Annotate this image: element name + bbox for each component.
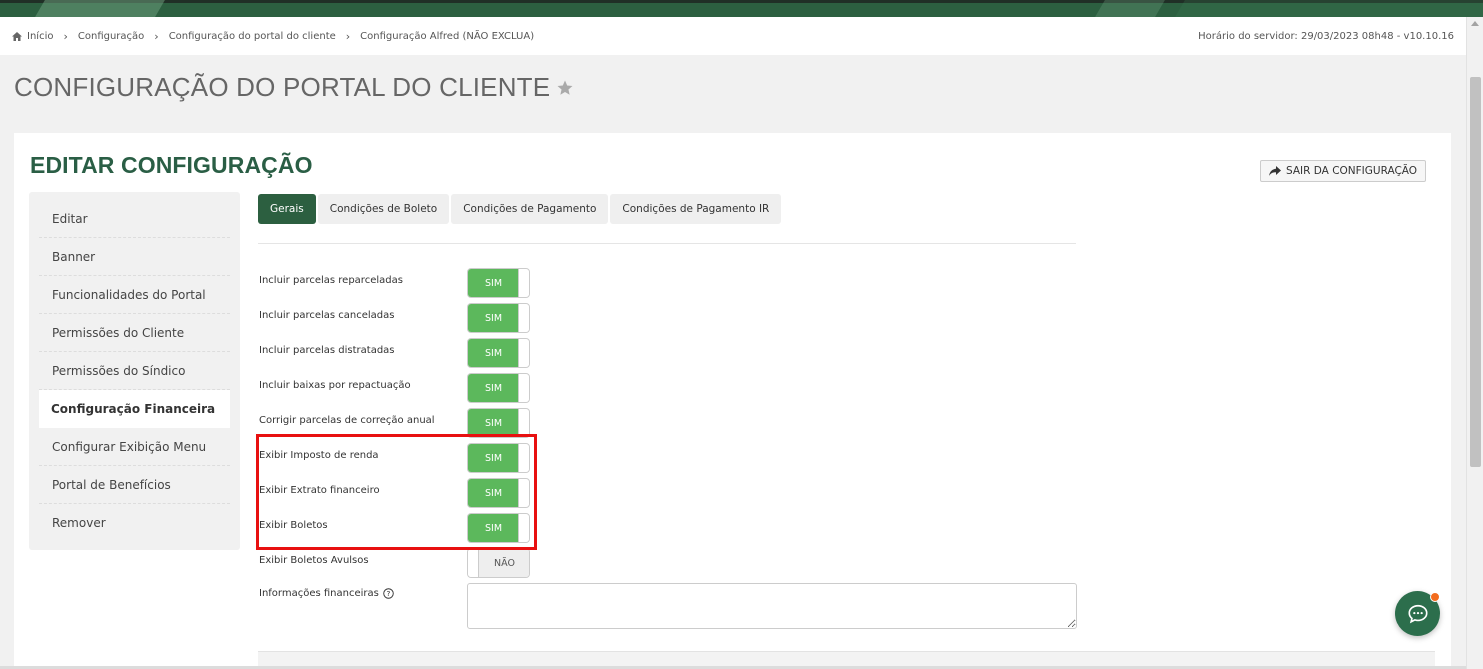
info-textarea[interactable] (467, 583, 1077, 629)
info-label: Informações financeiras ? (259, 588, 394, 599)
tabs-divider (258, 243, 1076, 244)
page-scrollbar[interactable] (1466, 17, 1483, 669)
setting-row: Incluir parcelas distratadas SIM (259, 338, 559, 368)
setting-toggle[interactable]: SIM (467, 478, 530, 508)
notification-badge (1430, 592, 1440, 602)
home-icon (12, 31, 22, 41)
page-title: CONFIGURAÇÃO DO PORTAL DO CLIENTE (14, 72, 574, 103)
setting-toggle[interactable]: SIM (467, 443, 530, 473)
toggle-state: NÃO (479, 549, 529, 577)
page-title-text: CONFIGURAÇÃO DO PORTAL DO CLIENTE (14, 72, 551, 102)
top-header-bar (0, 0, 1483, 17)
tab-condicoes-boleto[interactable]: Condições de Boleto (317, 194, 450, 224)
toggle-state: SIM (468, 444, 519, 472)
setting-label: Corrigir parcelas de correção anual (259, 415, 435, 426)
breadcrumb-home[interactable]: Início (12, 31, 53, 42)
setting-toggle[interactable]: NÃO (467, 548, 530, 578)
sidebar-item-exibicao-menu[interactable]: Configurar Exibição Menu (39, 428, 230, 466)
setting-toggle[interactable]: SIM (467, 303, 530, 333)
setting-label: Incluir parcelas reparceladas (259, 275, 403, 286)
svg-text:?: ? (386, 589, 390, 598)
tab-condicoes-pagamento-ir[interactable]: Condições de Pagamento IR (610, 194, 782, 224)
scroll-up-icon[interactable] (1471, 21, 1479, 26)
toggle-state: SIM (468, 304, 519, 332)
config-sidebar: Editar Banner Funcionalidades do Portal … (29, 192, 240, 550)
toggle-state: SIM (468, 269, 519, 297)
scrollbar-thumb[interactable] (1470, 77, 1481, 467)
setting-label: Incluir baixas por repactuação (259, 380, 411, 391)
toggle-state: SIM (468, 514, 519, 542)
setting-label: Exibir Boletos (259, 520, 328, 531)
star-icon[interactable] (556, 79, 574, 97)
exit-config-button[interactable]: SAIR DA CONFIGURAÇÃO (1260, 160, 1427, 182)
setting-row: Incluir baixas por repactuação SIM (259, 373, 559, 403)
share-arrow-icon (1269, 166, 1281, 176)
breadcrumb-current: Configuração Alfred (NÃO EXCLUA) (360, 30, 535, 42)
sidebar-item-config-financeira[interactable]: Configuração Financeira (39, 390, 230, 428)
sidebar-item-portal-beneficios[interactable]: Portal de Benefícios (39, 466, 230, 504)
chat-bubble-icon (1407, 604, 1428, 623)
setting-row: Incluir parcelas reparceladas SIM (259, 268, 559, 298)
sidebar-item-remover[interactable]: Remover (39, 504, 230, 542)
setting-label: Exibir Extrato financeiro (259, 485, 380, 496)
setting-label: Incluir parcelas canceladas (259, 310, 395, 321)
chevron-right-icon: › (63, 29, 68, 43)
card-title: EDITAR CONFIGURAÇÃO (30, 152, 313, 178)
setting-toggle[interactable]: SIM (467, 513, 530, 543)
tab-gerais[interactable]: Gerais (258, 194, 316, 224)
setting-label: Exibir Boletos Avulsos (259, 555, 369, 566)
setting-toggle[interactable]: SIM (467, 268, 530, 298)
exit-config-label: SAIR DA CONFIGURAÇÃO (1286, 165, 1418, 177)
edit-config-card: EDITAR CONFIGURAÇÃO SAIR DA CONFIGURAÇÃO… (14, 133, 1451, 669)
question-circle-icon[interactable]: ? (383, 588, 394, 599)
setting-toggle[interactable]: SIM (467, 373, 530, 403)
toggle-state: SIM (468, 339, 519, 367)
sidebar-item-permissoes-sindico[interactable]: Permissões do Síndico (39, 352, 230, 390)
breadcrumb-configuracao[interactable]: Configuração (78, 31, 144, 42)
chevron-right-icon: › (154, 29, 159, 43)
toggle-state: SIM (468, 374, 519, 402)
config-tabs: Gerais Condições de Boleto Condições de … (258, 194, 782, 224)
setting-toggle[interactable]: SIM (467, 338, 530, 368)
setting-row: Corrigir parcelas de correção anual SIM (259, 408, 559, 438)
breadcrumb: Início › Configuração › Configuração do … (12, 30, 534, 43)
setting-label: Exibir Imposto de renda (259, 450, 379, 461)
setting-row: Exibir Extrato financeiro SIM (259, 478, 559, 508)
sidebar-item-banner[interactable]: Banner (39, 238, 230, 276)
setting-toggle[interactable]: SIM (467, 408, 530, 438)
setting-label: Incluir parcelas distratadas (259, 345, 395, 356)
sidebar-item-funcionalidades[interactable]: Funcionalidades do Portal (39, 276, 230, 314)
setting-row: Incluir parcelas canceladas SIM (259, 303, 559, 333)
server-time: Horário do servidor: 29/03/2023 08h48 - … (1198, 30, 1454, 42)
info-label-text: Informações financeiras (259, 588, 379, 599)
breadcrumb-portal-config[interactable]: Configuração do portal do cliente (169, 31, 336, 42)
toggle-state: SIM (468, 479, 519, 507)
setting-row: Exibir Boletos SIM (259, 513, 559, 543)
toggle-state: SIM (468, 409, 519, 437)
breadcrumb-label: Início (27, 30, 54, 42)
sidebar-item-editar[interactable]: Editar (39, 200, 230, 238)
sidebar-item-permissoes-cliente[interactable]: Permissões do Cliente (39, 314, 230, 352)
setting-row: Exibir Boletos Avulsos NÃO (259, 548, 559, 578)
setting-row: Exibir Imposto de renda SIM (259, 443, 559, 473)
breadcrumb-bar: Início › Configuração › Configuração do … (0, 17, 1466, 55)
chevron-right-icon: › (345, 29, 351, 43)
tab-condicoes-pagamento[interactable]: Condições de Pagamento (451, 194, 609, 224)
